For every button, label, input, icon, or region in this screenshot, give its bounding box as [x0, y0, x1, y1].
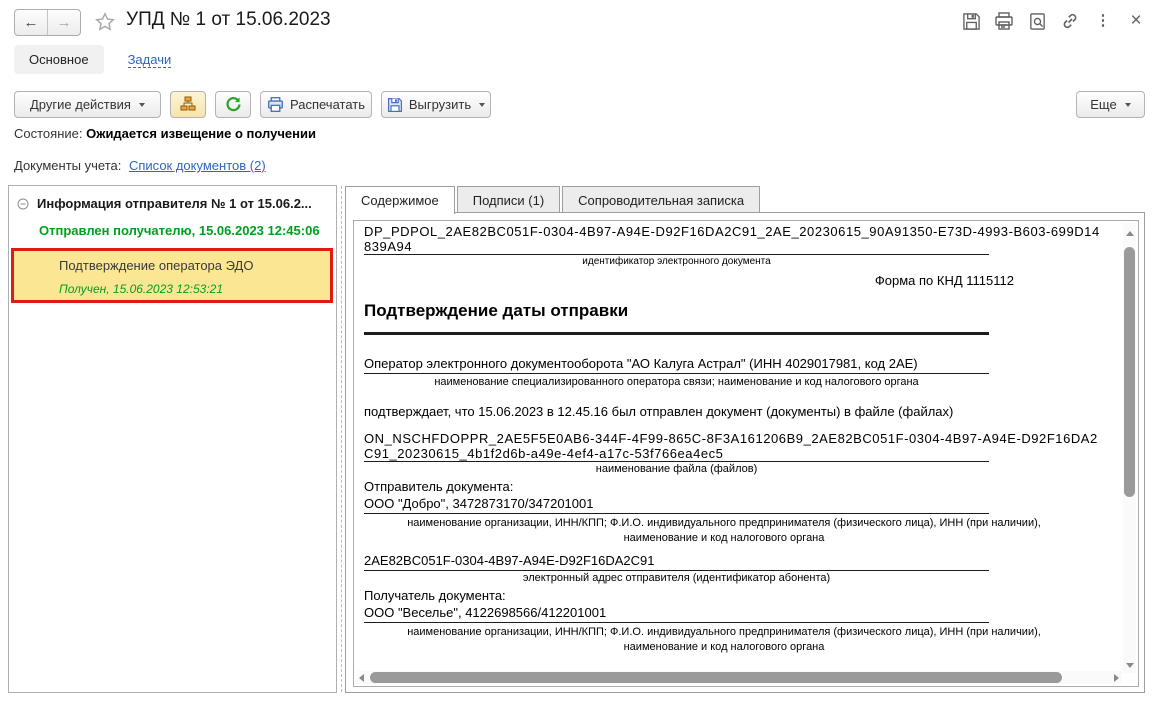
vertical-scroll-thumb[interactable] [1124, 247, 1135, 497]
history-nav-group: ← → [14, 9, 81, 36]
preview-icon[interactable] [1026, 10, 1048, 32]
tab-cover-note[interactable]: Сопроводительная записка [562, 186, 761, 213]
panel-splitter[interactable] [341, 186, 342, 692]
content-tabs: Содержимое Подписи (1) Сопроводительная … [345, 186, 762, 214]
form-code: Форма по КНД 1115112 [874, 273, 1014, 288]
tree-root-label: Информация отправителя № 1 от 15.06.2... [37, 196, 312, 211]
floppy-icon [387, 97, 402, 112]
scroll-down-icon[interactable] [1126, 663, 1134, 668]
document-content: DP_PDPOL_2AE82BC051F-0304-4B97-A94E-D92F… [364, 224, 1122, 669]
link-icon[interactable] [1059, 10, 1081, 32]
sender-address-caption: электронный адрес отправителя (идентифик… [522, 572, 831, 584]
more-button[interactable]: Еще [1076, 91, 1145, 118]
more-button-label: Еще [1090, 97, 1117, 112]
tree-root-status: Отправлен получателю, 15.06.2023 12:45:0… [39, 223, 320, 238]
org-chart-icon [180, 96, 196, 111]
scroll-up-icon[interactable] [1126, 231, 1134, 236]
other-actions-label: Другие действия [30, 97, 131, 112]
page-title: УПД № 1 от 15.06.2023 [126, 9, 331, 30]
selected-event-status: Получен, 15.06.2023 12:53:21 [59, 282, 223, 296]
selected-event-row[interactable]: Подтверждение оператора ЭДО Получен, 15.… [11, 248, 333, 303]
collapse-icon[interactable] [17, 198, 29, 210]
accounting-docs-label: Документы учета: [14, 158, 122, 173]
sender-address-field: 2AE82BC051F-0304-4B97-A94E-D92F16DA2C91 [364, 553, 989, 571]
identifier-caption: идентификатор электронного документа [582, 256, 771, 267]
horizontal-scrollbar[interactable] [356, 671, 1122, 684]
print-document-button[interactable]: Распечатать [260, 91, 372, 118]
sender-org-caption: наименование организации, ИНН/КПП; Ф.И.О… [407, 517, 1041, 544]
field-underline [364, 461, 989, 462]
state-value: Ожидается извещение о получении [86, 126, 316, 141]
file-name: ON_NSCHFDOPPR_2AE5F5E0AB6-344F-4F99-865C… [364, 431, 1098, 461]
documents-list-link[interactable]: Список документов (2) [129, 158, 266, 173]
export-button-label: Выгрузить [408, 97, 472, 112]
receiver-label: Получатель документа: [364, 588, 506, 603]
selected-event-title: Подтверждение оператора ЭДО [59, 258, 254, 273]
tab-content[interactable]: Содержимое [345, 186, 455, 214]
scroll-left-icon[interactable] [359, 674, 364, 682]
tree-root-row[interactable]: Информация отправителя № 1 от 15.06.2... [17, 196, 312, 211]
back-arrow-icon[interactable]: ← [15, 10, 48, 35]
close-icon[interactable]: × [1125, 10, 1147, 32]
operator-caption: наименование специализированного операто… [434, 376, 919, 388]
tab-signatures[interactable]: Подписи (1) [456, 186, 561, 213]
sender-field: ООО "Добро", 3472873170/347201001 [364, 496, 989, 514]
chevron-down-icon [138, 102, 145, 107]
more-kebab-icon[interactable]: ⋮ [1092, 10, 1114, 32]
forward-arrow-icon[interactable]: → [48, 10, 80, 35]
scroll-right-icon[interactable] [1114, 674, 1119, 682]
printer-icon [268, 97, 283, 112]
sender-label: Отправитель документа: [364, 479, 514, 494]
horizontal-scroll-thumb[interactable] [370, 672, 1062, 683]
other-actions-button[interactable]: Другие действия [14, 91, 161, 118]
print-button-label: Распечатать [289, 97, 365, 112]
confirm-text: подтверждает, что 15.06.2023 в 12.45.16 … [364, 404, 954, 419]
refresh-icon [225, 97, 241, 112]
receiver-org-caption: наименование организации, ИНН/КПП; Ф.И.О… [407, 626, 1041, 653]
receiver-field: ООО "Веселье", 4122698566/412201001 [364, 605, 989, 623]
operator-field: Оператор электронного документооборота "… [364, 356, 989, 374]
nav-tabs: Основное Задачи [14, 44, 172, 75]
file-caption: наименование файла (файлов) [595, 463, 758, 475]
accounting-docs-row: Документы учета: Список документов (2) [14, 158, 266, 173]
chevron-down-icon [1124, 102, 1131, 107]
document-view: DP_PDPOL_2AE82BC051F-0304-4B97-A94E-D92F… [353, 220, 1139, 687]
refresh-button[interactable] [215, 91, 251, 118]
app-window: ← → УПД № 1 от 15.06.2023 ⋮ × Основное З… [0, 0, 1159, 709]
vertical-scrollbar[interactable] [1123, 223, 1136, 673]
document-tree-button[interactable] [170, 91, 206, 118]
tab-tasks[interactable]: Задачи [127, 52, 172, 68]
document-heading: Подтверждение даты отправки [364, 301, 629, 320]
document-identifier: DP_PDPOL_2AE82BC051F-0304-4B97-A94E-D92F… [364, 224, 1100, 254]
chevron-down-icon [479, 102, 486, 107]
tab-main[interactable]: Основное [14, 45, 104, 74]
heading-rule [364, 332, 989, 335]
save-icon[interactable] [960, 10, 982, 32]
favorite-star-icon[interactable] [94, 11, 116, 33]
print-icon[interactable] [993, 10, 1015, 32]
field-underline [364, 254, 989, 255]
events-tree-panel: Информация отправителя № 1 от 15.06.2...… [8, 185, 337, 693]
content-panel: DP_PDPOL_2AE82BC051F-0304-4B97-A94E-D92F… [345, 212, 1145, 693]
state-row: Состояние: Ожидается извещение о получен… [14, 126, 316, 141]
state-label: Состояние: [14, 126, 83, 141]
export-button[interactable]: Выгрузить [381, 91, 491, 118]
